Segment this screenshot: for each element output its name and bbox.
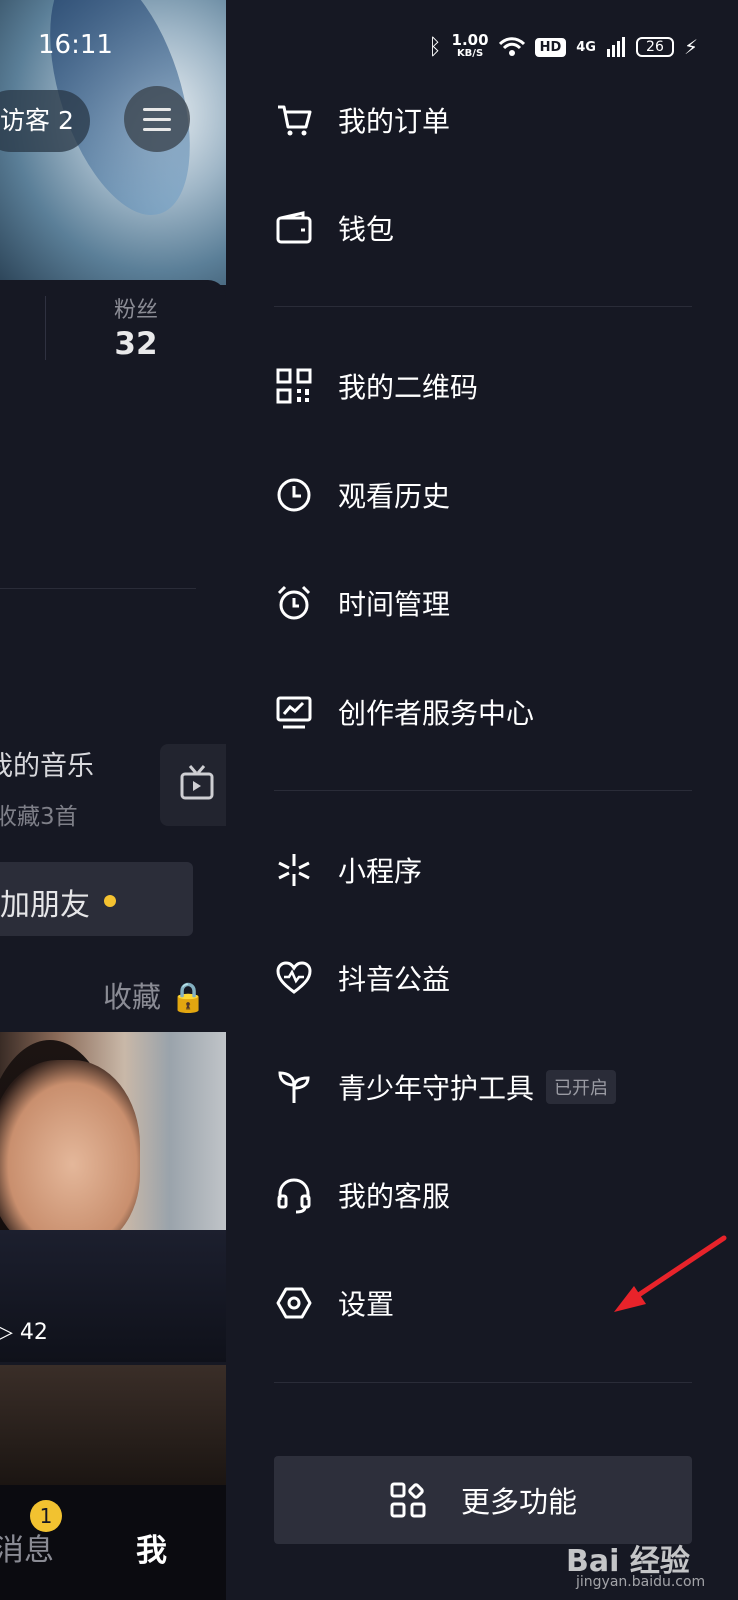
menu-item-label: 创作者服务中心 — [338, 697, 535, 730]
cart-icon — [274, 100, 314, 140]
annotation-arrow-icon — [614, 1235, 727, 1312]
nav-me[interactable]: 我 — [136, 1525, 167, 1570]
menu-item-label: 青少年守护工具 — [338, 1072, 535, 1105]
menu-item-youth-protection[interactable]: 青少年守护工具 已开启 — [274, 1057, 694, 1117]
menu-item-label: 我的客服 — [338, 1180, 451, 1213]
battery-icon: 26 — [635, 37, 674, 57]
clock-icon — [274, 475, 314, 515]
fans-count[interactable]: 32 — [108, 326, 164, 362]
menu-item-orders[interactable]: 我的订单 — [274, 90, 694, 150]
visitor-label: 访客 2 — [0, 106, 74, 135]
menu-item-label: 我的二维码 — [338, 371, 479, 404]
wallet-icon — [274, 208, 314, 248]
notification-dot — [104, 895, 116, 907]
menu-item-qrcode[interactable]: 我的二维码 — [274, 356, 694, 416]
status-badge: 已开启 — [546, 1070, 617, 1104]
grid-icon — [389, 1481, 427, 1519]
menu-item-mini-programs[interactable]: 小程序 — [274, 840, 694, 900]
menu-item-wallet[interactable]: 钱包 — [274, 198, 694, 258]
alarm-icon — [274, 583, 314, 623]
qrcode-icon — [274, 366, 314, 406]
network-speed: 1.00 KB/S — [451, 31, 489, 60]
profile-page-background: 访客 2 粉丝 32 我的音乐 收藏3首 加朋友 收藏 🔒 ▷ 42 消息 1 … — [0, 0, 226, 1600]
menu-item-label: 钱包 — [338, 213, 395, 246]
tab-favorites[interactable]: 收藏 🔒 — [103, 974, 206, 1016]
network-type: 4G — [576, 39, 596, 55]
heart-chart-icon — [274, 958, 314, 998]
divider — [0, 588, 196, 589]
status-icons: ᛒ 1.00 KB/S HD 4G 26 ⚡ — [428, 30, 698, 64]
menu-item-label: 观看历史 — [338, 480, 451, 513]
divider — [274, 306, 692, 307]
status-time: 16:11 — [38, 30, 113, 60]
charging-icon: ⚡ — [683, 35, 698, 59]
more-features-button[interactable]: 更多功能 — [274, 1456, 692, 1544]
signal-icon — [606, 37, 625, 57]
menu-item-label: 抖音公益 — [338, 963, 451, 996]
menu-item-label: 我的订单 — [338, 105, 451, 138]
mini-program-icon — [274, 850, 314, 890]
music-subtitle: 收藏3首 — [0, 804, 78, 830]
menu-item-watch-history[interactable]: 观看历史 — [274, 465, 694, 525]
sprout-icon — [274, 1067, 314, 1107]
wifi-icon — [498, 37, 525, 56]
menu-item-label: 小程序 — [338, 855, 423, 888]
music-title[interactable]: 我的音乐 — [0, 744, 94, 783]
menu-item-creator-center[interactable]: 创作者服务中心 — [274, 682, 694, 742]
menu-item-customer-service[interactable]: 我的客服 — [274, 1165, 694, 1225]
fans-label: 粉丝 — [113, 298, 158, 323]
watermark-url: jingyan.baidu.com — [576, 1574, 706, 1590]
menu-item-time-management[interactable]: 时间管理 — [274, 573, 694, 633]
settings-hexagon-icon — [274, 1283, 314, 1323]
menu-item-label: 设置 — [338, 1288, 395, 1321]
divider — [274, 790, 692, 791]
message-badge: 1 — [30, 1500, 62, 1532]
thumbnail-face — [0, 1060, 140, 1250]
tv-icon — [180, 765, 214, 800]
video-thumbnail[interactable] — [0, 1365, 226, 1485]
bluetooth-icon: ᛒ — [428, 34, 442, 60]
menu-item-label: 时间管理 — [338, 588, 451, 621]
menu-item-charity[interactable]: 抖音公益 — [274, 948, 694, 1008]
more-features-label: 更多功能 — [460, 1485, 577, 1519]
headset-icon — [274, 1175, 314, 1215]
side-drawer: 我的订单 钱包 我的二维码 观看历史 时间管理 创作者服务中心 小程序 抖音公益… — [226, 0, 738, 1600]
tv-button[interactable] — [160, 744, 226, 826]
hd-badge: HD — [534, 37, 567, 57]
add-friend-label: 加朋友 — [0, 888, 90, 923]
video-likes: ▷ 42 — [0, 1320, 48, 1345]
menu-button[interactable] — [124, 86, 190, 152]
monitor-chart-icon — [274, 692, 314, 732]
stat-divider — [45, 296, 46, 360]
divider — [274, 1382, 692, 1383]
visitor-button[interactable]: 访客 2 — [0, 90, 90, 152]
